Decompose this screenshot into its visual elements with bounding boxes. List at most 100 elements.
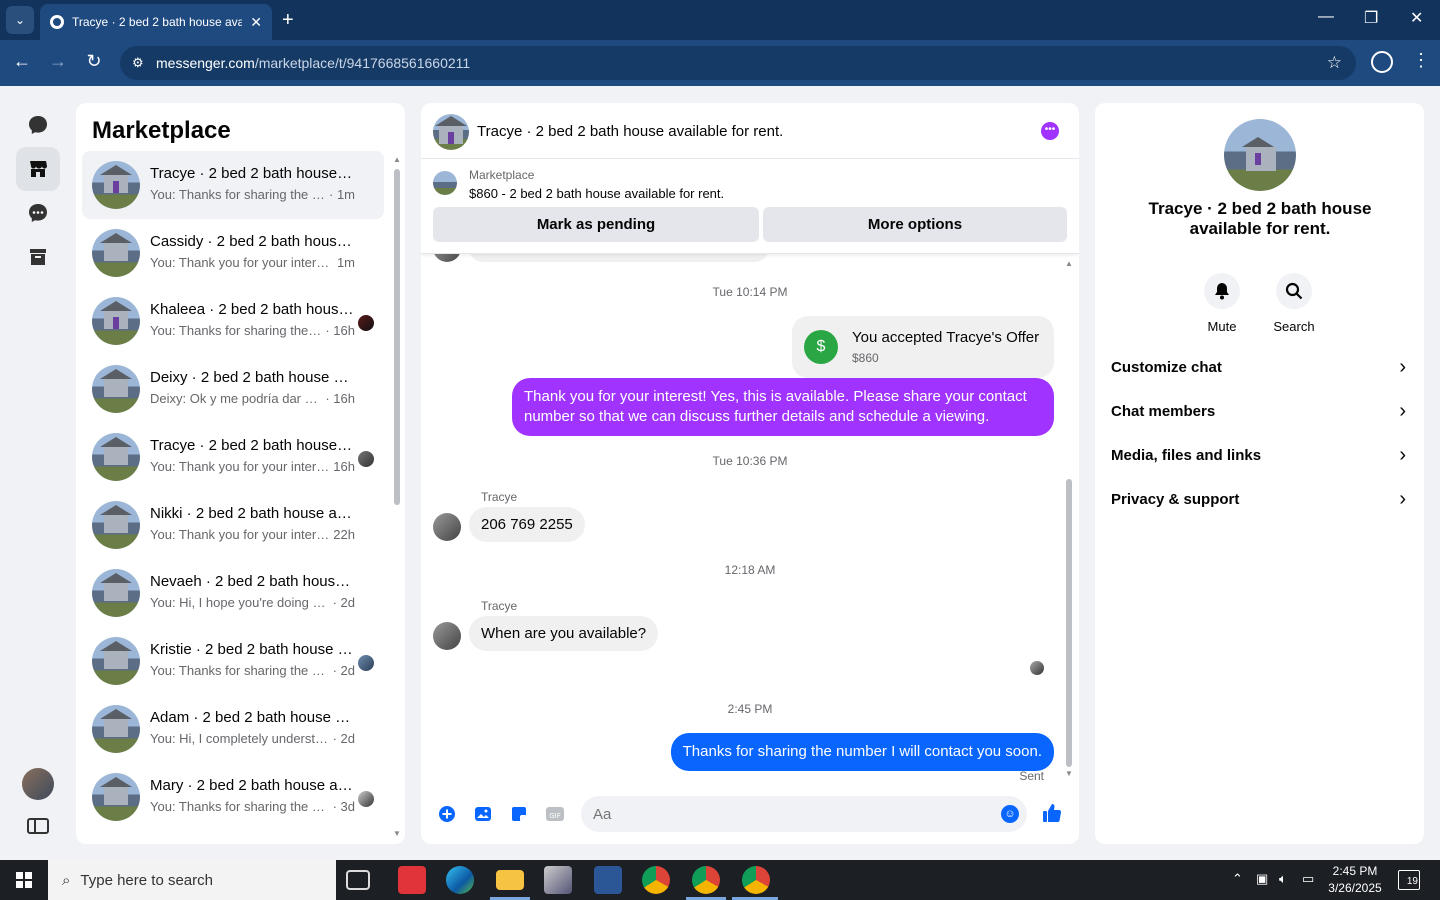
user-avatar[interactable] — [22, 768, 54, 800]
conversation-name: Khaleea · 2 bed 2 bath house available f… — [150, 301, 355, 318]
more-options-icon[interactable]: ••• — [1041, 122, 1059, 140]
menu-label: Customize chat — [1111, 359, 1222, 376]
gif-icon[interactable]: GIF — [545, 805, 565, 825]
chrome-active-icon[interactable] — [742, 866, 770, 894]
edge-icon[interactable] — [446, 866, 474, 894]
mute-button[interactable]: Mute — [1192, 273, 1252, 334]
chrome-icon[interactable] — [642, 866, 670, 894]
menu-label: Chat members — [1111, 403, 1216, 420]
marketplace-icon[interactable] — [16, 147, 60, 191]
messenger-icon — [50, 15, 64, 29]
scroll-up-icon[interactable]: ▲ — [1065, 259, 1073, 268]
list-scroll-thumb[interactable] — [394, 169, 400, 505]
browser-tab[interactable]: Tracye · 2 bed 2 bath house available fo… — [40, 4, 272, 40]
emoji-icon[interactable]: ☺ — [1001, 805, 1019, 823]
search-label: Search — [1273, 319, 1315, 334]
conversation-item[interactable]: Tracye · 2 bed 2 bath house available fo… — [82, 423, 384, 491]
listing-thumbnail[interactable] — [433, 171, 457, 195]
taskbar-clock[interactable]: 2:45 PM 3/26/2025 — [1325, 863, 1385, 897]
notification-center-icon[interactable]: 19 — [1398, 870, 1420, 890]
mark-as-pending-button[interactable]: Mark as pending — [433, 207, 759, 242]
offer-title: You accepted Tracye's Offer — [852, 329, 1040, 346]
address-bar[interactable]: ⚙ messenger.com/marketplace/t/9417668561… — [120, 46, 1356, 80]
conversation-item[interactable]: Deixy · 2 bed 2 bath house available for… — [82, 355, 384, 423]
browser-menu-icon[interactable]: ⋮ — [1412, 50, 1430, 71]
add-icon[interactable] — [437, 805, 457, 825]
site-info-icon[interactable]: ⚙ — [132, 55, 156, 71]
incoming-message[interactable]: When are you available? — [469, 616, 659, 651]
chevron-up-icon[interactable]: ⌃ — [1232, 871, 1243, 887]
outgoing-message[interactable]: Thank you for your interest! Yes, this i… — [512, 378, 1054, 436]
word-icon[interactable] — [594, 866, 622, 894]
reload-icon[interactable]: ↻ — [82, 51, 106, 72]
message-input[interactable] — [581, 796, 1027, 832]
outgoing-message[interactable]: Thanks for sharing the number I will con… — [670, 733, 1054, 771]
minimize-icon[interactable]: — — [1318, 8, 1334, 26]
scroll-down-icon[interactable]: ▼ — [1065, 769, 1073, 778]
chat-members-row[interactable]: Chat members › — [1095, 390, 1424, 434]
forward-icon[interactable]: → — [46, 51, 70, 72]
more-options-button[interactable]: More options — [763, 207, 1067, 242]
marketplace-listing-bar: Marketplace $860 - 2 bed 2 bath house av… — [421, 160, 1079, 254]
customize-chat-row[interactable]: Customize chat › — [1095, 346, 1424, 390]
photo-icon[interactable] — [473, 805, 493, 825]
app-icon[interactable] — [544, 866, 572, 894]
conversation-item[interactable]: Mary · 2 bed 2 bath house available for … — [82, 763, 384, 831]
file-explorer-icon[interactable] — [496, 870, 524, 890]
close-tab-icon[interactable]: ✕ — [250, 14, 262, 31]
task-view-icon[interactable] — [346, 870, 370, 890]
anydesk-icon[interactable] — [398, 866, 426, 894]
chat-avatar[interactable] — [433, 114, 469, 150]
sender-avatar[interactable] — [433, 622, 461, 650]
chat-info-panel: Tracye · 2 bed 2 bath house available fo… — [1095, 103, 1424, 844]
incoming-message[interactable]: 206 769 2255 — [469, 507, 585, 542]
sender-avatar[interactable] — [433, 513, 461, 541]
list-scrollbar[interactable]: ▲ ▼ — [393, 153, 401, 843]
conversation-snippet: You: Thanks for sharing the number· 3d — [150, 799, 355, 814]
search-icon: ⌕ — [62, 871, 71, 889]
conversation-snippet: You: Thank you for your interest! 22h — [150, 527, 355, 542]
listing-title[interactable]: $860 - 2 bed 2 bath house available for … — [469, 186, 724, 201]
tab-search-icon[interactable]: ⌄ — [6, 6, 34, 34]
new-tab-icon[interactable]: + — [282, 8, 294, 32]
chat-scroll-thumb[interactable] — [1066, 479, 1072, 767]
close-window-icon[interactable]: ✕ — [1410, 8, 1423, 28]
meet-now-icon[interactable]: ▣ — [1256, 871, 1268, 887]
conversation-item[interactable]: Nevaeh · 2 bed 2 bath house available fo… — [82, 559, 384, 627]
search-button[interactable]: Search — [1264, 273, 1324, 334]
network-icon[interactable]: ▭ — [1302, 871, 1314, 887]
sticker-icon[interactable] — [509, 805, 529, 825]
chrome-profile-icon[interactable] — [692, 866, 720, 894]
chat-info-avatar[interactable] — [1224, 119, 1296, 191]
conversation-item[interactable]: Nikki · 2 bed 2 bath house available for… — [82, 491, 384, 559]
conversation-item[interactable]: Tracye · 2 bed 2 bath house available fo… — [82, 151, 384, 219]
privacy-support-row[interactable]: Privacy & support › — [1095, 478, 1424, 522]
scroll-up-icon[interactable]: ▲ — [393, 155, 401, 164]
menu-label: Media, files and links — [1111, 447, 1262, 464]
media-files-links-row[interactable]: Media, files and links › — [1095, 434, 1424, 478]
thumbs-up-icon[interactable] — [1041, 802, 1063, 830]
conversation-item[interactable]: Khaleea · 2 bed 2 bath house available f… — [82, 287, 384, 355]
message-requests-icon[interactable] — [16, 191, 60, 235]
conversation-item[interactable]: Kristie · 2 bed 2 bath house available f… — [82, 627, 384, 695]
chat-title[interactable]: Tracye · 2 bed 2 bath house available fo… — [477, 123, 783, 140]
message-composer: GIF ☺ — [421, 793, 1079, 837]
start-button[interactable] — [0, 860, 48, 900]
taskbar-search[interactable]: ⌕ Type here to search — [48, 860, 336, 900]
timestamp: 2:45 PM — [727, 702, 773, 716]
archive-icon[interactable] — [16, 235, 60, 279]
conversation-item[interactable]: Cassidy · 2 bed 2 bath house available f… — [82, 219, 384, 287]
volume-icon[interactable]: 🔈︎ — [1279, 871, 1287, 887]
bookmark-star-icon[interactable]: ☆ — [1327, 53, 1342, 73]
scroll-down-icon[interactable]: ▼ — [393, 829, 401, 838]
chats-icon[interactable] — [16, 103, 60, 147]
mute-label: Mute — [1207, 319, 1237, 334]
taskbar-search-placeholder: Type here to search — [80, 871, 213, 889]
maximize-icon[interactable]: ❐ — [1364, 8, 1378, 28]
offer-accepted-card[interactable]: $ You accepted Tracye's Offer $860 — [792, 316, 1054, 378]
toggle-sidebar-icon[interactable] — [27, 818, 49, 834]
conversation-item[interactable]: Adam · 2 bed 2 bath house available for … — [82, 695, 384, 763]
back-icon[interactable]: ← — [10, 51, 34, 72]
profile-icon[interactable] — [1371, 51, 1393, 73]
chat-scrollbar[interactable]: ▲ ▼ — [1065, 259, 1073, 783]
